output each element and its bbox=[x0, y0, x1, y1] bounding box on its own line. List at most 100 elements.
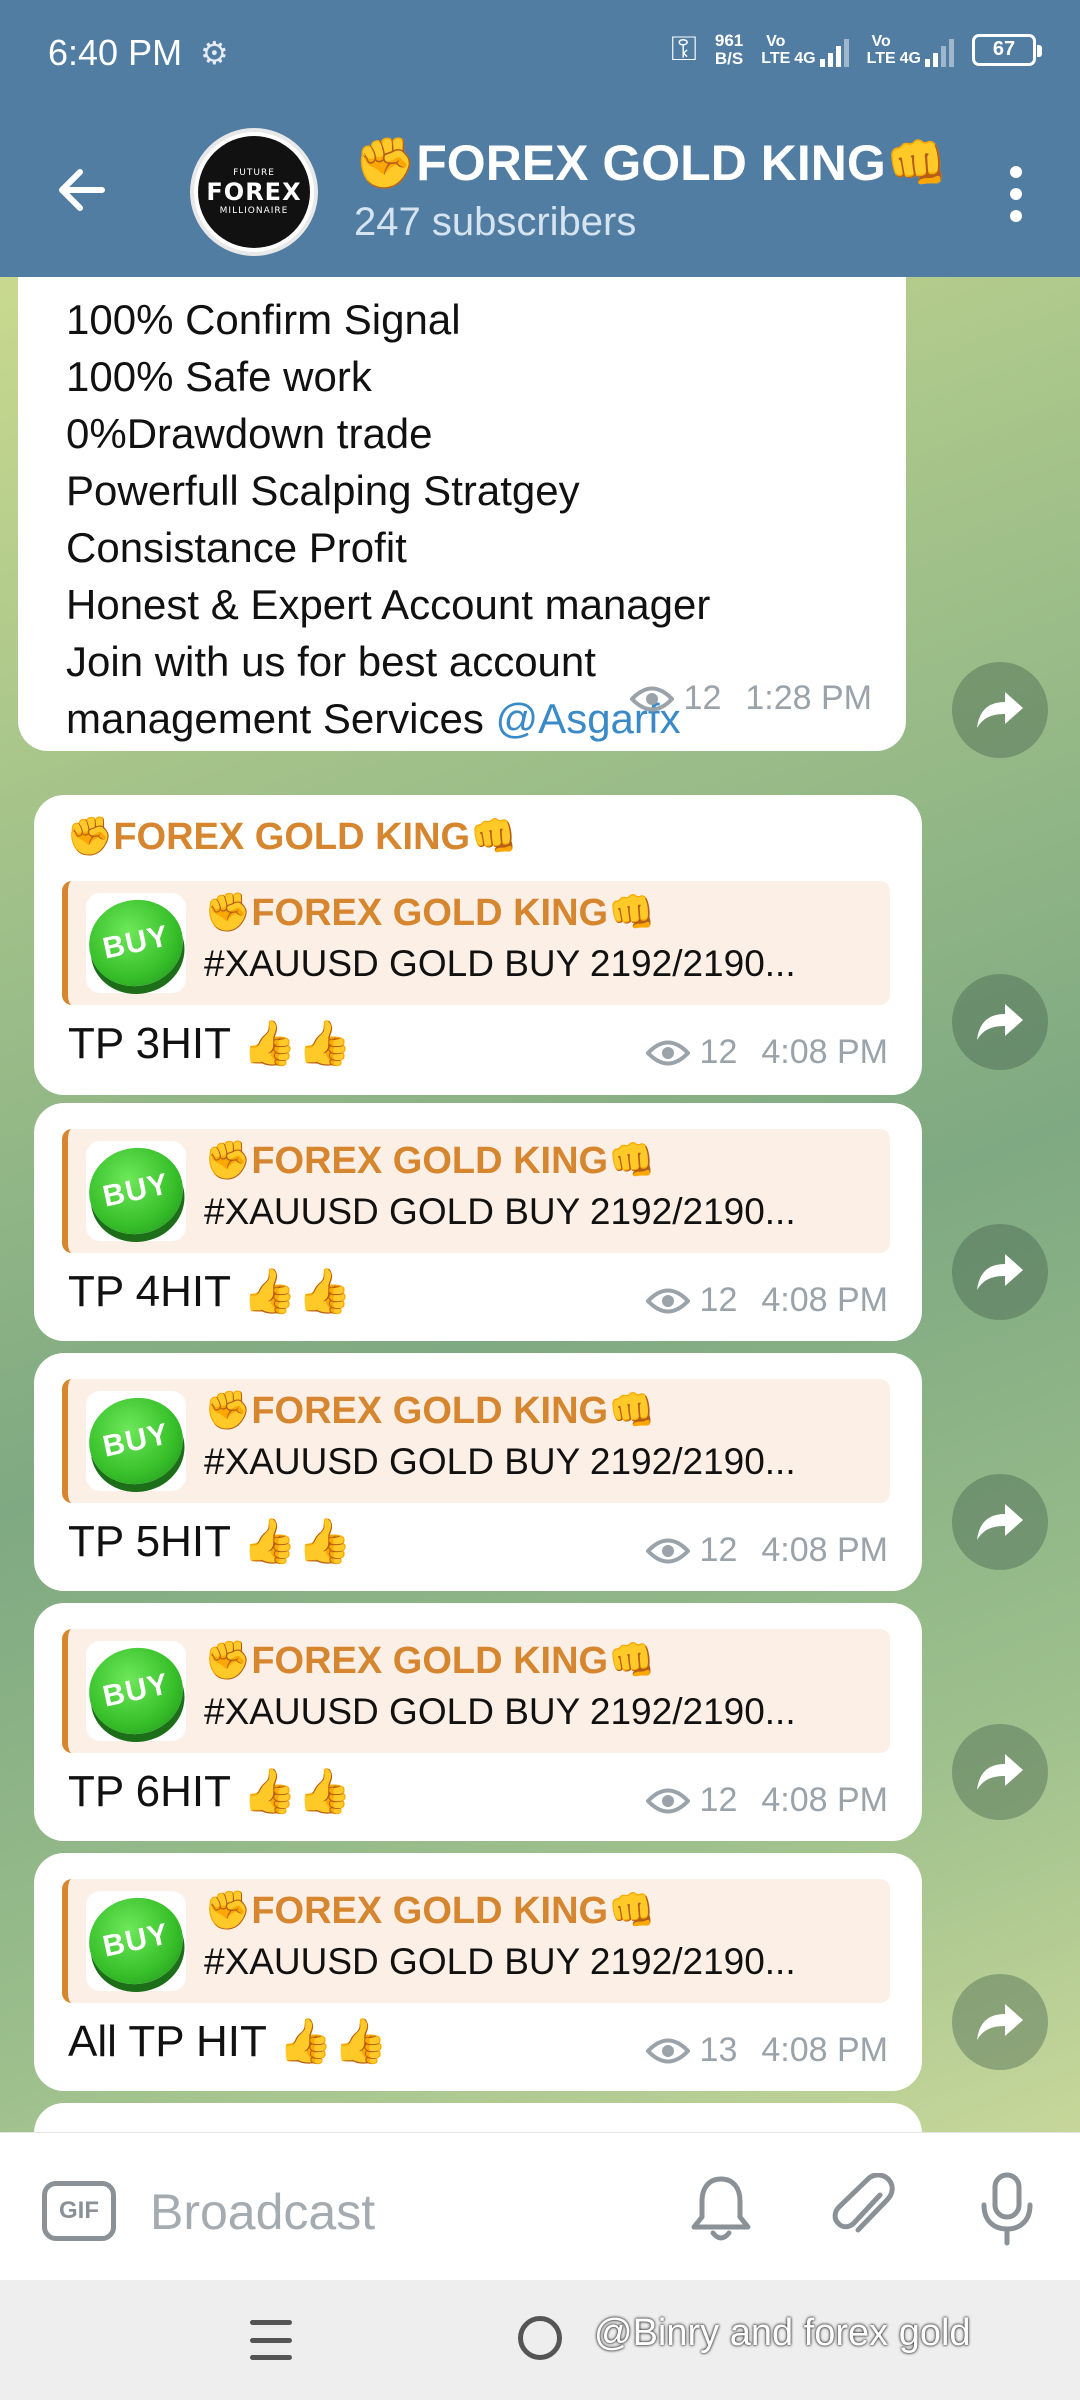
reply-thumbnail: BUY bbox=[81, 1639, 191, 1743]
reply-title: ✊FOREX GOLD KING👊 bbox=[204, 1640, 656, 1682]
reply-preview[interactable]: BUY ✊FOREX GOLD KING👊 #XAUUSD GOLD BUY 2… bbox=[62, 1879, 890, 2003]
reply-preview[interactable]: BUY ✊FOREX GOLD KING👊 #XAUUSD GOLD BUY 2… bbox=[62, 1629, 890, 1753]
home-icon[interactable] bbox=[518, 2316, 562, 2360]
recent-apps-icon[interactable] bbox=[250, 2320, 292, 2360]
views-eye-icon bbox=[645, 1040, 690, 1065]
message-bubble[interactable]: BUY ✊FOREX GOLD KING👊 #XAUUSD GOLD BUY 2… bbox=[34, 1853, 922, 2091]
network-speed: 961 B/S bbox=[714, 30, 744, 68]
forward-button[interactable] bbox=[952, 662, 1048, 758]
status-bar: 6:40 PM ⚙ ⚿ 961 B/S Vo LTE 4G Vo LTE 4G … bbox=[0, 0, 1080, 108]
sim1-volte-label: Vo LTE bbox=[761, 32, 791, 67]
channel-title[interactable]: ✊FOREX GOLD KING👊 bbox=[354, 134, 948, 193]
battery-level: 67 bbox=[992, 38, 1016, 60]
microphone-icon[interactable] bbox=[976, 2171, 1038, 2247]
message-text: All TP HIT 👍👍 bbox=[68, 2017, 388, 2066]
buy-button-image: BUY bbox=[81, 1639, 191, 1743]
views-eye-icon bbox=[645, 1538, 690, 1563]
reply-title: ✊FOREX GOLD KING👊 bbox=[204, 1890, 656, 1932]
buy-button-image: BUY bbox=[81, 1139, 191, 1243]
forward-arrow-icon bbox=[977, 2004, 1023, 2040]
forward-button[interactable] bbox=[952, 974, 1048, 1070]
forward-button[interactable] bbox=[952, 1724, 1048, 1820]
broadcast-input-bar: GIF Broadcast bbox=[0, 2132, 1080, 2280]
forward-arrow-icon bbox=[977, 692, 1023, 728]
app-header: 6:40 PM ⚙ ⚿ 961 B/S Vo LTE 4G Vo LTE 4G … bbox=[0, 0, 1080, 277]
message-meta: 12 4:08 PM bbox=[645, 1281, 888, 1320]
message-bubble[interactable]: BUY ✊FOREX GOLD KING👊 #XAUUSD GOLD BUY 2… bbox=[34, 1603, 922, 1841]
message-text: TP 6HIT 👍👍 bbox=[68, 1767, 353, 1816]
reply-body: #XAUUSD GOLD BUY 2192/2190... bbox=[204, 1691, 796, 1732]
views-eye-icon bbox=[645, 2038, 690, 2063]
message-time: 1:28 PM bbox=[745, 679, 872, 717]
reply-preview[interactable]: BUY ✊FOREX GOLD KING👊 #XAUUSD GOLD BUY 2… bbox=[62, 1379, 890, 1503]
gif-icon[interactable]: GIF bbox=[42, 2181, 116, 2241]
reply-body: #XAUUSD GOLD BUY 2192/2190... bbox=[204, 1191, 796, 1232]
message-bubble-partial[interactable] bbox=[34, 2103, 922, 2132]
back-arrow-icon[interactable] bbox=[52, 160, 112, 220]
reply-preview[interactable]: BUY ✊FOREX GOLD KING👊 #XAUUSD GOLD BUY 2… bbox=[62, 881, 890, 1005]
network-speed-value: 961 bbox=[714, 30, 744, 50]
reply-body: #XAUUSD GOLD BUY 2192/2190... bbox=[204, 1441, 796, 1482]
message-text: TP 5HIT 👍👍 bbox=[68, 1517, 353, 1566]
sim2-network-type: 4G bbox=[899, 49, 921, 67]
reply-thumbnail: BUY bbox=[81, 1139, 191, 1243]
view-count: 13 bbox=[699, 2031, 738, 2069]
avatar-text-top: FUTURE bbox=[233, 168, 275, 178]
view-count: 12 bbox=[699, 1281, 738, 1319]
subscriber-count: 247 subscribers bbox=[354, 200, 637, 244]
message-text: TP 3HIT 👍👍 bbox=[68, 1019, 353, 1068]
forward-button[interactable] bbox=[952, 1474, 1048, 1570]
sim1-signal-bars-icon bbox=[819, 37, 849, 67]
reply-thumbnail: BUY bbox=[81, 1389, 191, 1493]
message-line: 100% Safe work bbox=[66, 353, 372, 400]
message-bubble[interactable]: ✊FOREX GOLD KING👊 BUY ✊FOREX GOLD KING👊 … bbox=[34, 795, 922, 1095]
view-count: 12 bbox=[683, 679, 722, 717]
network-speed-unit: B/S bbox=[714, 48, 744, 68]
status-time: 6:40 PM bbox=[48, 32, 183, 73]
message-bubble[interactable]: BUY ✊FOREX GOLD KING👊 #XAUUSD GOLD BUY 2… bbox=[34, 1353, 922, 1591]
message-meta: 12 1:28 PM bbox=[629, 679, 872, 718]
message-text: TP 4HIT 👍👍 bbox=[68, 1267, 353, 1316]
message-time: 4:08 PM bbox=[761, 1781, 888, 1819]
channel-avatar[interactable]: FUTURE FOREX MILLIONAIRE bbox=[190, 128, 318, 256]
paperclip-icon[interactable] bbox=[828, 2173, 898, 2245]
bell-icon[interactable] bbox=[688, 2173, 754, 2245]
message-line: Join with us for best account bbox=[66, 638, 596, 685]
message-meta: 12 4:08 PM bbox=[645, 1781, 888, 1820]
forward-arrow-icon bbox=[977, 1754, 1023, 1790]
message-meta: 12 4:08 PM bbox=[645, 1531, 888, 1570]
chat-area[interactable]: 100% Confirm Signal 100% Safe work 0%Dra… bbox=[0, 277, 1080, 2132]
views-eye-icon bbox=[645, 1288, 690, 1313]
message-bubble[interactable]: BUY ✊FOREX GOLD KING👊 #XAUUSD GOLD BUY 2… bbox=[34, 1103, 922, 1341]
status-indicators: ⚿ 961 B/S Vo LTE 4G Vo LTE 4G 67 bbox=[671, 30, 1042, 69]
reply-title: ✊FOREX GOLD KING👊 bbox=[204, 892, 656, 934]
view-count: 12 bbox=[699, 1781, 738, 1819]
reply-preview[interactable]: BUY ✊FOREX GOLD KING👊 #XAUUSD GOLD BUY 2… bbox=[62, 1129, 890, 1253]
reply-thumbnail: BUY bbox=[81, 1889, 191, 1993]
views-eye-icon bbox=[629, 686, 674, 711]
sim2-signal: Vo LTE 4G bbox=[867, 33, 954, 67]
message-line: 0%Drawdown trade bbox=[66, 410, 433, 457]
reply-thumbnail: BUY bbox=[81, 891, 191, 995]
message-line: Consistance Profit bbox=[66, 524, 407, 571]
broadcast-input[interactable]: Broadcast bbox=[150, 2183, 375, 2241]
forward-arrow-icon bbox=[977, 1004, 1023, 1040]
reply-title: ✊FOREX GOLD KING👊 bbox=[204, 1140, 656, 1182]
more-options-icon[interactable] bbox=[1008, 166, 1024, 222]
message-meta: 13 4:08 PM bbox=[645, 2031, 888, 2070]
settings-gear-icon: ⚙ bbox=[200, 35, 229, 71]
sim1-network-type: 4G bbox=[794, 49, 816, 67]
message-meta: 12 4:08 PM bbox=[645, 1033, 888, 1072]
reply-body: #XAUUSD GOLD BUY 2192/2190... bbox=[204, 1941, 796, 1982]
message-line: 100% Confirm Signal bbox=[66, 296, 461, 343]
forward-arrow-icon bbox=[977, 1254, 1023, 1290]
avatar-text-main: FOREX bbox=[206, 178, 302, 206]
sender-name[interactable]: ✊FOREX GOLD KING👊 bbox=[66, 815, 517, 859]
forward-button[interactable] bbox=[952, 1974, 1048, 2070]
message-bubble[interactable]: 100% Confirm Signal 100% Safe work 0%Dra… bbox=[18, 277, 906, 751]
battery-icon: 67 bbox=[972, 33, 1042, 66]
message-time: 4:08 PM bbox=[761, 1531, 888, 1569]
avatar-text-bottom: MILLIONAIRE bbox=[219, 206, 289, 216]
view-count: 12 bbox=[699, 1531, 738, 1569]
forward-button[interactable] bbox=[952, 1224, 1048, 1320]
